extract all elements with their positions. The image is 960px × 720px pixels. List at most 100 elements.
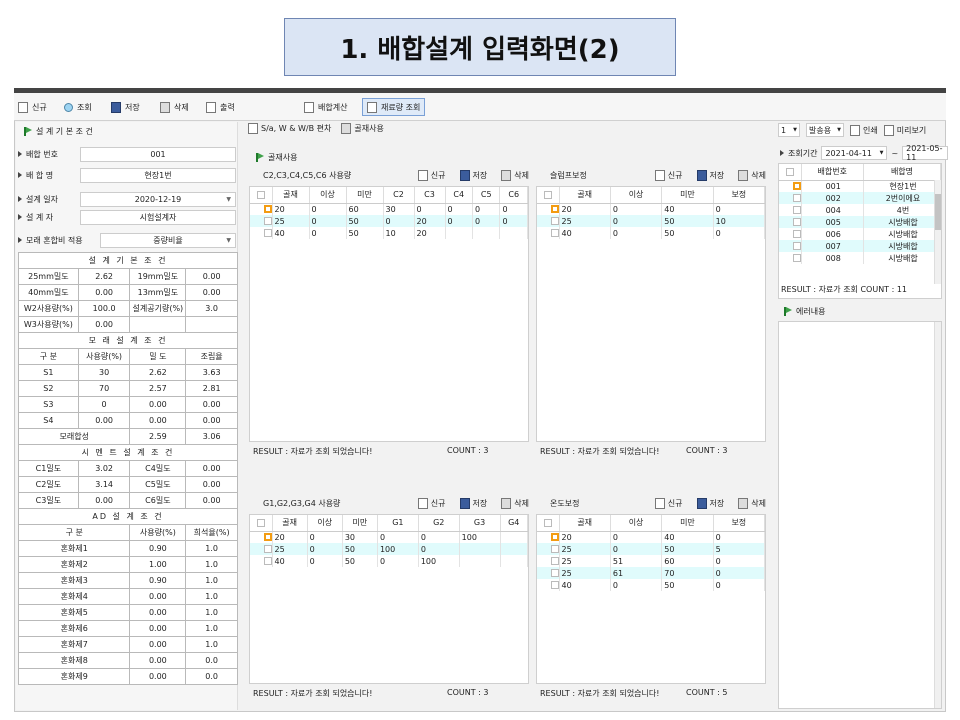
checkbox[interactable] [263, 205, 272, 214]
designer-input[interactable]: 시험설계자 [80, 209, 236, 225]
checkbox[interactable] [263, 533, 272, 542]
table-row[interactable]: 40 0 50 0 [537, 227, 766, 239]
checkbox[interactable] [550, 217, 559, 225]
row-check[interactable] [779, 240, 802, 252]
row-check[interactable] [537, 579, 560, 591]
checkbox[interactable] [543, 190, 552, 199]
row-check[interactable] [537, 227, 560, 239]
table-row[interactable]: 002 2번이에요 [779, 192, 942, 204]
table-row[interactable]: 25 51 60 0 [537, 555, 766, 567]
checkbox[interactable] [785, 167, 794, 176]
p3-new-button[interactable]: 신규 [417, 497, 446, 509]
checkbox[interactable] [550, 557, 559, 565]
scrollbar[interactable] [934, 180, 941, 284]
p3-save-button[interactable]: 저장 [459, 497, 487, 509]
error-textarea[interactable] [778, 321, 942, 709]
checkbox[interactable] [550, 533, 559, 542]
search-button[interactable]: 조회 [64, 98, 92, 116]
header-check[interactable] [537, 515, 560, 532]
p1-save-button[interactable]: 저장 [459, 169, 487, 181]
table-row[interactable]: 20 0 60 30 0 0 0 0 [250, 203, 528, 215]
table-row[interactable]: 25 0 50 5 [537, 543, 766, 555]
table-row[interactable]: 20 0 40 0 [537, 203, 766, 215]
copies-select[interactable]: 1 ▼ [778, 123, 800, 137]
checkbox[interactable] [256, 190, 265, 199]
checkbox[interactable] [543, 518, 552, 527]
table-row[interactable]: 008 시방배합 [779, 252, 942, 264]
new-button[interactable]: 신규 [18, 98, 47, 116]
tab-sa-wb[interactable]: S/a, W & W/B 편차 [248, 123, 331, 134]
row-check[interactable] [779, 192, 802, 204]
header-check[interactable] [537, 187, 560, 204]
table-row[interactable]: 005 시방배합 [779, 216, 942, 228]
p2-new-button[interactable]: 신규 [654, 169, 683, 181]
row-check[interactable] [250, 227, 273, 239]
print-button-right[interactable]: 인쇄 [850, 124, 878, 136]
row-check[interactable] [779, 204, 802, 216]
header-check[interactable] [250, 515, 273, 532]
error-scrollbar[interactable] [934, 322, 941, 708]
header-check[interactable] [779, 164, 802, 181]
p1-new-button[interactable]: 신규 [417, 169, 446, 181]
date-from-picker[interactable]: 2021-04-11 ▼ [821, 146, 888, 160]
mode-select[interactable]: 발송용 ▼ [806, 123, 844, 137]
p4-new-button[interactable]: 신규 [654, 497, 683, 509]
mix-name-input[interactable]: 현장1번 [80, 167, 236, 183]
row-check[interactable] [250, 215, 273, 227]
row-check[interactable] [537, 215, 560, 227]
p4-delete-button[interactable]: 삭제 [738, 497, 766, 509]
table-row[interactable]: 40 0 50 10 20 [250, 227, 528, 239]
checkbox[interactable] [550, 581, 559, 589]
checkbox[interactable] [792, 194, 801, 202]
row-check[interactable] [537, 555, 560, 567]
checkbox[interactable] [792, 230, 801, 238]
checkbox[interactable] [263, 545, 272, 553]
table-row[interactable]: 006 시방배합 [779, 228, 942, 240]
row-check[interactable] [250, 531, 273, 543]
checkbox[interactable] [550, 545, 559, 553]
delete-button[interactable]: 삭제 [160, 98, 189, 116]
table-row[interactable]: 20 0 30 0 0 100 [250, 531, 528, 543]
row-check[interactable] [779, 180, 802, 192]
checkbox[interactable] [792, 242, 801, 250]
row-check[interactable] [250, 543, 273, 555]
mix-no-input[interactable]: 001 [80, 146, 236, 162]
preview-button[interactable]: 미리보기 [883, 124, 926, 136]
table-row[interactable]: 25 0 50 10 [537, 215, 766, 227]
checkbox[interactable] [792, 182, 801, 191]
checkbox[interactable] [263, 557, 272, 565]
checkbox[interactable] [263, 229, 272, 237]
print-button[interactable]: 출력 [206, 98, 235, 116]
table-row[interactable]: 25 0 50 100 0 [250, 543, 528, 555]
design-date-picker[interactable]: 2020-12-19 ▼ [80, 191, 236, 207]
checkbox[interactable] [256, 518, 265, 527]
checkbox[interactable] [550, 205, 559, 214]
table-row[interactable]: 40 0 50 0 100 [250, 555, 528, 567]
table-row[interactable]: 25 61 70 0 [537, 567, 766, 579]
row-check[interactable] [779, 228, 802, 240]
save-button[interactable]: 저장 [111, 98, 140, 116]
row-check[interactable] [779, 252, 802, 264]
p4-save-button[interactable]: 저장 [696, 497, 724, 509]
table-row[interactable]: 25 0 50 0 20 0 0 0 [250, 215, 528, 227]
row-check[interactable] [779, 216, 802, 228]
checkbox[interactable] [792, 218, 801, 226]
checkbox[interactable] [550, 229, 559, 237]
row-check[interactable] [537, 567, 560, 579]
checkbox[interactable] [792, 206, 801, 214]
date-to-picker[interactable]: 2021-05-11 [902, 144, 949, 162]
row-check[interactable] [537, 531, 560, 543]
table-row[interactable]: 004 4번 [779, 204, 942, 216]
checkbox[interactable] [263, 217, 272, 225]
p1-delete-button[interactable]: 삭제 [501, 169, 529, 181]
tab-aggregate[interactable]: 골재사용 [341, 123, 384, 134]
p3-delete-button[interactable]: 삭제 [501, 497, 529, 509]
table-row[interactable]: 001 현장1번 [779, 180, 942, 192]
table-row[interactable]: 20 0 40 0 [537, 531, 766, 543]
row-check[interactable] [537, 203, 560, 215]
checkbox[interactable] [792, 254, 801, 262]
row-check[interactable] [250, 203, 273, 215]
material-button[interactable]: 재료량 조회 [362, 98, 426, 116]
row-check[interactable] [250, 555, 273, 567]
p2-delete-button[interactable]: 삭제 [738, 169, 766, 181]
